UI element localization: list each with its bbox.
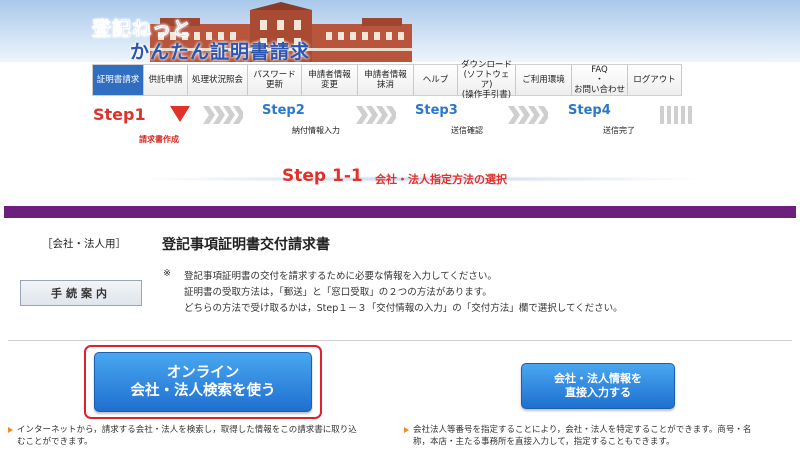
online-search-button[interactable]: オンライン 会社・法人検索を使う [94,352,312,412]
chevrons-icon [508,106,548,124]
subtitle-text: 会社・法人指定方法の選択 [375,173,507,186]
nav-deposit-application[interactable]: 供託申請 [144,64,188,96]
main-nav: 証明書請求 供託申請 処理状況照会 パスワード 更新 申請者情報 変更 申請者情… [92,60,682,100]
content-divider [8,340,792,341]
step-progress: Step1 請求書作成 Step2 納付情報入力 Step3 送信確認 Step… [0,100,800,150]
step4-sub: 送信完了 [603,126,635,135]
online-button-line1: オンライン [166,365,240,381]
note-line-2: 証明書の受取方法は，「郵送」と「窓口受取」の２つの方法があります。 [184,287,492,298]
header-banner: 登記ねっと かんたん証明書請求 [0,0,800,62]
step3-sub: 送信確認 [451,126,483,135]
nav-applicant-delete[interactable]: 申請者情報 抹消 [358,64,414,96]
entity-type-tag: ［会社・法人用］ [42,238,126,250]
direct-description: 会社法人等番号を指定することにより，会社・法人を特定することができます。商号・名… [404,424,751,448]
chevrons-icon [203,106,243,124]
nav-faq-contact[interactable]: FAQ ・ お問い合わせ [572,64,628,96]
progress-bars-icon [660,106,692,124]
chevrons-icon [356,106,396,124]
online-desc-line1: インターネットから，請求する会社・法人を検索し，取得した情報をこの請求書に取り込 [17,425,357,435]
nav-environment[interactable]: ご利用環境 [516,64,572,96]
nav-help[interactable]: ヘルプ [414,64,458,96]
online-description: インターネットから，請求する会社・法人を検索し，取得した情報をこの請求書に取り込… [8,424,357,448]
nav-logout[interactable]: ログアウト [628,64,682,96]
section-divider-bar [4,206,796,218]
nav-download[interactable]: ダウンロード (ソフトウェア) (操作手引書) [458,60,516,100]
current-step-arrow-icon [170,106,190,122]
bullet-arrow-icon [8,426,13,433]
bullet-arrow-icon [404,426,409,433]
procedure-guide-button[interactable]: 手続案内 [20,280,142,306]
nav-certificate-request[interactable]: 証明書請求 [92,64,144,96]
direct-desc-line2: 称，本店・主たる事務所を直接入力して，指定することもできます。 [413,437,675,447]
nav-password-update[interactable]: パスワード 更新 [248,64,302,96]
direct-desc-line1: 会社法人等番号を指定することにより，会社・法人を特定することができます。商号・名 [413,425,752,435]
direct-button-line1: 会社・法人情報を [554,372,642,385]
page-title: 登記事項証明書交付請求書 [162,237,330,253]
direct-button-line2: 直接入力する [565,386,631,399]
step3-label: Step3 [415,103,458,118]
step2-sub: 納付情報入力 [292,126,340,135]
step1-label: Step1 [93,105,146,124]
section-subtitle: Step 1-1 会社・法人指定方法の選択 [130,164,710,194]
subtitle-step: Step 1-1 [282,166,363,186]
step2-label: Step2 [262,103,305,118]
nav-status-inquiry[interactable]: 処理状況照会 [188,64,248,96]
note-line-3: どちらの方法で受け取るかは，Step１－３「交付情報の入力」の「交付方法」欄で選… [184,303,623,314]
note-mark: ※ [163,268,171,279]
brand-title-line2: かんたん証明書請求 [130,41,311,62]
online-button-line2: 会社・法人検索を使う [130,383,276,399]
step1-sub: 請求書作成 [139,135,179,144]
nav-applicant-change[interactable]: 申請者情報 変更 [302,64,358,96]
step4-label: Step4 [568,103,611,118]
note-line-1: 登記事項証明書の交付を請求するために必要な情報を入力してください。 [184,271,497,282]
direct-input-button[interactable]: 会社・法人情報を 直接入力する [521,363,675,409]
online-desc-line2: むことができます。 [17,437,93,447]
